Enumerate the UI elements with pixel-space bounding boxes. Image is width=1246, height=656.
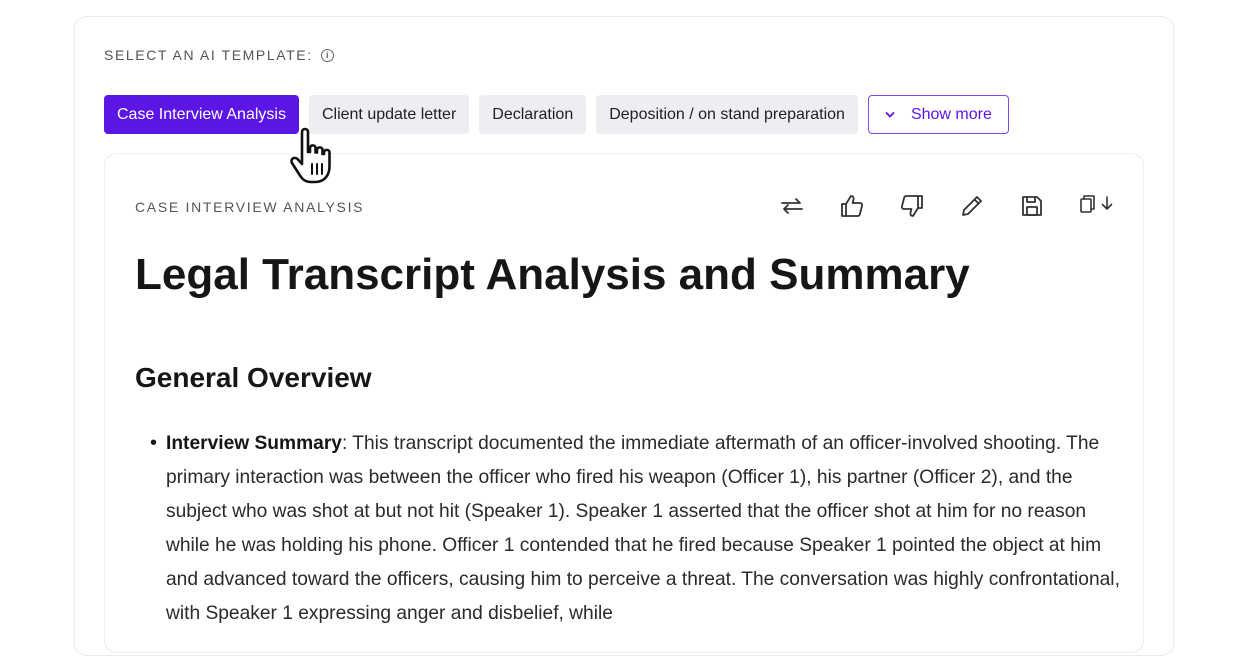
pencil-icon <box>962 196 982 216</box>
template-chip-declaration[interactable]: Declaration <box>479 95 587 134</box>
show-more-label: Show more <box>910 105 992 123</box>
thumbs-down-icon <box>900 195 923 217</box>
thumbs-up-button[interactable] <box>838 192 866 220</box>
document-title: Legal Transcript Analysis and Summary <box>135 250 970 299</box>
bullet-text: : This transcript documented the immedia… <box>166 433 1120 624</box>
save-icon <box>1022 196 1042 216</box>
template-chip-case-interview-analysis[interactable]: Case Interview Analysis <box>104 95 299 134</box>
result-section-label: CASE INTERVIEW ANALYSIS <box>135 199 365 215</box>
info-icon[interactable]: i <box>320 48 334 62</box>
result-toolbar <box>778 192 1114 220</box>
template-select-label-text: SELECT AN AI TEMPLATE: <box>104 47 313 63</box>
swap-icon <box>781 198 803 214</box>
chevron-down-icon <box>885 111 895 117</box>
bullet-term: Interview Summary <box>166 433 342 454</box>
thumbs-up-icon <box>841 195 864 217</box>
section-heading: General Overview <box>135 362 372 393</box>
save-button[interactable] <box>1018 192 1046 220</box>
copy-download-icon <box>1080 195 1113 213</box>
swap-button[interactable] <box>778 192 806 220</box>
copy-download-button[interactable] <box>1078 192 1114 220</box>
interview-summary-paragraph: Interview Summary: This transcript docum… <box>166 427 1126 631</box>
thumbs-down-button[interactable] <box>898 192 926 220</box>
show-more-button[interactable]: Show more <box>867 95 1009 134</box>
bullet-marker: • <box>150 432 158 454</box>
template-select-label: SELECT AN AI TEMPLATE: i <box>104 47 334 63</box>
template-options: Case Interview Analysis Client update le… <box>104 95 1009 134</box>
template-chip-deposition-preparation[interactable]: Deposition / on stand preparation <box>596 95 858 134</box>
hand-pointer-icon <box>290 127 331 184</box>
edit-button[interactable] <box>958 192 986 220</box>
